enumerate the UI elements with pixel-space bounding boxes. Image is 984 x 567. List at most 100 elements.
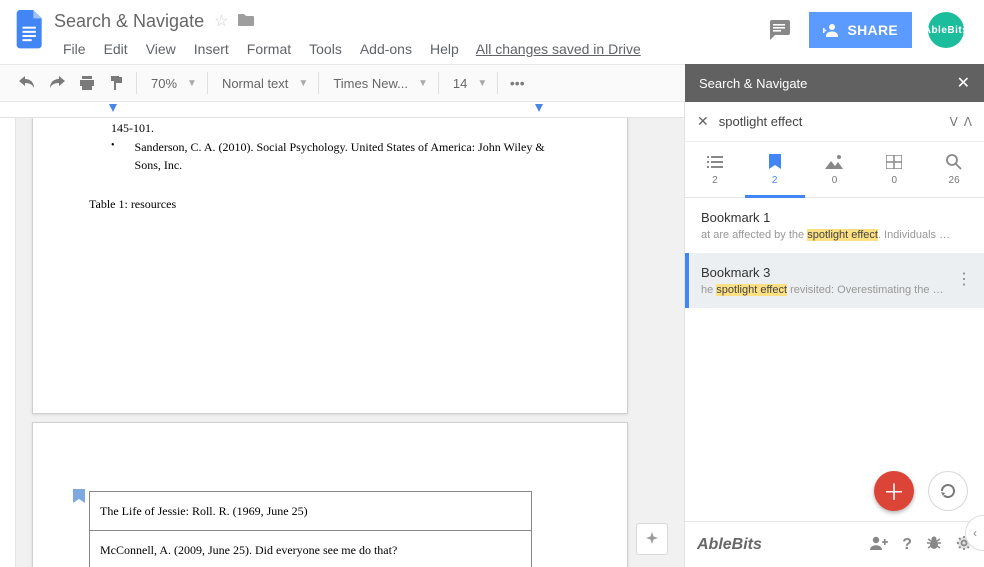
tables-icon (886, 153, 902, 171)
undo-button[interactable] (12, 68, 42, 98)
doc-title[interactable]: Search & Navigate (54, 11, 204, 32)
clear-search-icon[interactable]: ✕ (697, 113, 709, 130)
body-text[interactable]: Table 1: resources (89, 195, 571, 214)
menu-addons[interactable]: Add-ons (351, 41, 421, 57)
highlight: spotlight effect (807, 229, 878, 241)
kebab-icon[interactable]: ⋮ (956, 269, 972, 289)
separator (438, 72, 439, 94)
search-next-icon[interactable]: ᐯ (950, 115, 958, 129)
panel-tabs: 2 2 0 0 26 (685, 142, 984, 198)
bullet-dot-icon: • (89, 138, 115, 175)
table-cell[interactable]: McConnell, A. (2009, June 25). Did every… (90, 531, 532, 567)
panel-header: Search & Navigate ✕ (685, 64, 984, 102)
tab-headings[interactable]: 2 (685, 142, 745, 197)
document-page: 145-101. • Sanderson, C. A. (2010). Soci… (32, 118, 628, 414)
panel-footer: ＋ (685, 461, 984, 521)
move-folder-icon[interactable] (238, 12, 254, 31)
close-icon[interactable]: ✕ (957, 73, 970, 93)
search-icon (946, 153, 962, 171)
tab-images[interactable]: 0 (805, 142, 865, 197)
more-button[interactable]: ••• (502, 68, 532, 98)
tab-tables[interactable]: 0 (864, 142, 924, 197)
panel-title: Search & Navigate (699, 76, 807, 91)
header-right: SHARE AbleBits (765, 8, 972, 48)
table-cell[interactable]: The Life of Jessie: Roll. R. (1969, June… (90, 492, 532, 531)
menu-file[interactable]: File (54, 41, 95, 57)
person-add-icon (823, 22, 839, 38)
font-select[interactable]: Times New...▼ (323, 69, 434, 97)
panel-search-row: ✕ ᐯ ᐱ (685, 102, 984, 142)
ablebits-logo[interactable]: AbleBits (697, 536, 762, 554)
app-header: Search & Navigate ☆ File Edit View Inser… (0, 0, 984, 64)
menu-edit[interactable]: Edit (95, 41, 137, 57)
star-icon[interactable]: ☆ (214, 11, 228, 31)
saved-status[interactable]: All changes saved in Drive (476, 41, 641, 57)
add-button[interactable]: ＋ (874, 471, 914, 511)
bookmark-flag-icon[interactable] (73, 489, 85, 505)
horizontal-ruler[interactable] (0, 102, 684, 118)
doc-info: Search & Navigate ☆ File Edit View Inser… (48, 8, 765, 60)
separator (136, 72, 137, 94)
comments-icon[interactable] (765, 16, 793, 44)
paint-format-button[interactable] (102, 68, 132, 98)
separator (497, 72, 498, 94)
font-size-select[interactable]: 14▼ (443, 69, 493, 97)
zoom-select[interactable]: 70%▼ (141, 69, 203, 97)
share-button[interactable]: SHARE (809, 12, 912, 48)
tab-count: 2 (772, 175, 778, 186)
result-snippet: at are affected by the spotlight effect.… (701, 229, 968, 241)
document-page: The Life of Jessie: Roll. R. (1969, June… (32, 422, 628, 567)
result-title: Bookmark 1 (701, 210, 968, 225)
docs-logo[interactable] (12, 8, 48, 56)
print-button[interactable] (72, 68, 102, 98)
tab-count: 0 (892, 175, 898, 186)
menu-view[interactable]: View (137, 41, 185, 57)
tab-count: 2 (712, 175, 718, 186)
menu-format[interactable]: Format (238, 41, 300, 57)
ruler-right-marker[interactable] (535, 104, 543, 112)
highlight: spotlight effect (716, 284, 787, 296)
separator (318, 72, 319, 94)
tab-count: 26 (949, 175, 960, 186)
menu-bar: File Edit View Insert Format Tools Add-o… (54, 38, 765, 60)
result-snippet: he spotlight effect revisited: Overestim… (701, 284, 968, 296)
results-list: Bookmark 1 at are affected by the spotli… (685, 198, 984, 461)
share-label: SHARE (847, 22, 898, 38)
caret-down-icon: ▼ (187, 78, 197, 89)
tab-search[interactable]: 26 (924, 142, 984, 197)
help-icon[interactable]: ? (902, 536, 912, 554)
bookmark-icon (769, 153, 781, 171)
body-text: Sanderson, C. A. (2010). Social Psycholo… (135, 138, 571, 175)
redo-button[interactable] (42, 68, 72, 98)
separator (207, 72, 208, 94)
caret-down-icon: ▼ (298, 78, 308, 89)
caret-down-icon: ▼ (477, 78, 487, 89)
body-text[interactable]: 145-101. (89, 119, 571, 138)
search-prev-icon[interactable]: ᐱ (964, 115, 972, 129)
tab-bookmarks[interactable]: 2 (745, 142, 805, 197)
style-select[interactable]: Normal text▼ (212, 69, 314, 97)
menu-tools[interactable]: Tools (300, 41, 351, 57)
caret-down-icon: ▼ (418, 78, 428, 89)
refresh-button[interactable] (928, 471, 968, 511)
result-title: Bookmark 3 (701, 265, 968, 280)
menu-insert[interactable]: Insert (185, 41, 238, 57)
bug-icon[interactable] (926, 535, 942, 554)
ruler-indent-marker[interactable] (109, 104, 117, 112)
tab-count: 0 (832, 175, 838, 186)
images-icon (825, 153, 843, 171)
person-add-icon[interactable] (870, 536, 888, 553)
panel-bottom-bar: AbleBits ? (685, 521, 984, 567)
document-canvas[interactable]: 145-101. • Sanderson, C. A. (2010). Soci… (0, 102, 684, 567)
bullet-item[interactable]: • Sanderson, C. A. (2010). Social Psycho… (89, 138, 571, 175)
search-navigate-panel: Search & Navigate ✕ ✕ ᐯ ᐱ 2 2 0 (684, 102, 984, 567)
search-input[interactable] (719, 114, 940, 129)
vertical-ruler[interactable] (0, 118, 16, 567)
menu-help[interactable]: Help (421, 41, 468, 57)
explore-button[interactable] (636, 523, 668, 555)
document-table[interactable]: The Life of Jessie: Roll. R. (1969, June… (89, 491, 532, 567)
result-item[interactable]: Bookmark 3 he spotlight effect revisited… (685, 253, 984, 308)
headings-icon (707, 153, 723, 171)
result-item[interactable]: Bookmark 1 at are affected by the spotli… (685, 198, 984, 253)
account-avatar[interactable]: AbleBits (928, 12, 964, 48)
